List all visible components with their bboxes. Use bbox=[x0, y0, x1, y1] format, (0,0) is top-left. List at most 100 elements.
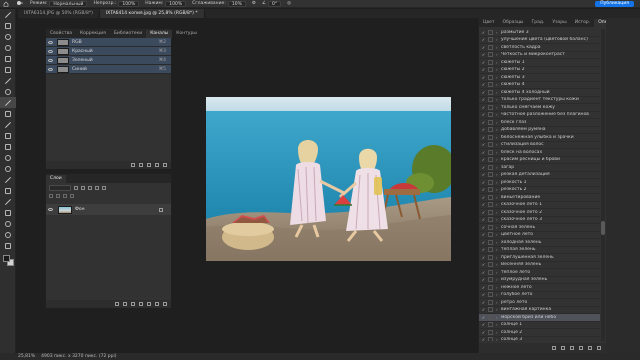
filter-pixel-icon[interactable] bbox=[74, 185, 78, 190]
document-image[interactable] bbox=[206, 97, 451, 261]
angle-field[interactable]: 0° bbox=[267, 0, 282, 7]
flow-field[interactable]: 100% bbox=[165, 0, 187, 7]
check-icon[interactable]: ✓ bbox=[479, 292, 488, 297]
home-icon[interactable] bbox=[2, 0, 10, 7]
action-row[interactable]: ✓ › блеск глаз bbox=[479, 119, 600, 127]
eye-icon[interactable] bbox=[46, 65, 54, 74]
dialog-toggle[interactable] bbox=[488, 262, 493, 268]
action-row[interactable]: ✓ › только градиент текстуры кожи bbox=[479, 97, 600, 104]
layer-filter-select[interactable] bbox=[49, 184, 71, 191]
filter-shape-icon[interactable] bbox=[95, 185, 99, 190]
check-icon[interactable]: ✓ bbox=[479, 270, 488, 275]
dialog-toggle[interactable] bbox=[488, 209, 493, 215]
action-row[interactable]: ✓ › винтажная картинка bbox=[479, 307, 600, 314]
pressure-icon[interactable]: ◎ bbox=[287, 1, 291, 6]
action-row[interactable]: ✓ › резкость 1 bbox=[479, 179, 600, 187]
dialog-toggle[interactable] bbox=[488, 104, 493, 110]
dialog-toggle[interactable] bbox=[488, 119, 493, 125]
add-mask-icon[interactable] bbox=[131, 302, 135, 306]
dialog-toggle[interactable] bbox=[488, 329, 493, 335]
check-icon[interactable]: ✓ bbox=[479, 52, 488, 57]
dialog-toggle[interactable] bbox=[488, 254, 493, 260]
frame-tool-icon[interactable] bbox=[0, 64, 16, 75]
eraser-tool-icon[interactable] bbox=[0, 130, 16, 141]
save-selection-icon[interactable] bbox=[139, 163, 143, 167]
new-channel-icon[interactable] bbox=[155, 163, 159, 167]
color-swatches[interactable] bbox=[3, 255, 15, 267]
action-row[interactable]: ✓ › только смягчаем кожу bbox=[479, 104, 600, 112]
action-row[interactable]: ✓ › сюжеты 1 bbox=[479, 59, 600, 67]
check-icon[interactable]: ✓ bbox=[479, 112, 488, 117]
gradient-tool-icon[interactable] bbox=[0, 141, 16, 152]
history-brush-tool-icon[interactable] bbox=[0, 119, 16, 130]
dialog-toggle[interactable] bbox=[488, 202, 493, 208]
action-row[interactable]: ✓ › сказочное лето 1 bbox=[479, 202, 600, 209]
dialog-toggle[interactable] bbox=[488, 134, 493, 140]
eye-icon[interactable] bbox=[46, 208, 55, 211]
check-icon[interactable]: ✓ bbox=[479, 60, 488, 65]
check-icon[interactable]: ✓ bbox=[479, 247, 488, 252]
action-row[interactable]: ✓ › изумрудная зелень bbox=[479, 277, 600, 284]
dialog-toggle[interactable] bbox=[488, 67, 493, 73]
dialog-toggle[interactable] bbox=[488, 232, 493, 238]
check-icon[interactable]: ✓ bbox=[479, 217, 488, 222]
check-icon[interactable]: ✓ bbox=[479, 210, 488, 215]
eye-icon[interactable] bbox=[46, 56, 54, 65]
move-tool-icon[interactable] bbox=[0, 9, 16, 20]
load-selection-icon[interactable] bbox=[131, 163, 135, 167]
foreground-color-swatch[interactable] bbox=[3, 255, 10, 262]
action-row[interactable]: ✓ › теплое лето bbox=[479, 269, 600, 277]
dialog-toggle[interactable] bbox=[488, 224, 493, 230]
dialog-toggle[interactable] bbox=[488, 277, 493, 283]
new-layer-icon[interactable] bbox=[155, 302, 159, 306]
zoom-tool-icon[interactable] bbox=[0, 229, 16, 240]
action-row[interactable]: ✓ › улучшение цвета (цветовой баланс) bbox=[479, 37, 600, 44]
channel-row-rgb[interactable]: RGB ⌘2 bbox=[46, 38, 171, 47]
check-icon[interactable]: ✓ bbox=[479, 262, 488, 267]
dialog-toggle[interactable] bbox=[488, 172, 493, 178]
dialog-toggle[interactable] bbox=[488, 82, 493, 88]
trash-icon[interactable] bbox=[597, 346, 601, 350]
check-icon[interactable]: ✓ bbox=[479, 97, 488, 102]
dialog-toggle[interactable] bbox=[488, 194, 493, 200]
play-icon[interactable] bbox=[570, 346, 574, 350]
action-row[interactable]: ✓ › сюжеты 3 bbox=[479, 74, 600, 82]
action-row[interactable]: ✓ › виньетирование bbox=[479, 194, 600, 202]
tab-adjustments[interactable]: Коррекция bbox=[76, 30, 110, 38]
action-row[interactable]: ✓ › белоснежная улыбка и зрачки bbox=[479, 134, 600, 142]
healing-brush-tool-icon[interactable] bbox=[0, 86, 16, 97]
action-row[interactable]: ✓ › блеск на волосах bbox=[479, 149, 600, 157]
action-row[interactable]: ✓ › стилизация волос bbox=[479, 142, 600, 149]
dialog-toggle[interactable] bbox=[488, 142, 493, 148]
check-icon[interactable]: ✓ bbox=[479, 330, 488, 335]
actions-scrollbar[interactable] bbox=[601, 29, 605, 341]
layer-row[interactable]: Фон bbox=[46, 204, 171, 215]
action-row[interactable]: ✓ › добавляем румяна bbox=[479, 127, 600, 134]
tab-libraries[interactable]: Библиотеки bbox=[110, 30, 146, 38]
blur-tool-icon[interactable] bbox=[0, 152, 16, 163]
tab-patterns[interactable]: Узоры bbox=[548, 19, 570, 27]
record-icon[interactable] bbox=[561, 346, 565, 350]
opacity-field[interactable]: 100% bbox=[118, 0, 140, 7]
check-icon[interactable]: ✓ bbox=[479, 37, 488, 42]
doc-tab[interactable]: IXTA6314.JPG @ 50% (RGB/8*) bbox=[18, 9, 100, 18]
check-icon[interactable]: ✓ bbox=[479, 187, 488, 192]
tab-channels[interactable]: Каналы bbox=[146, 30, 173, 38]
dialog-toggle[interactable] bbox=[488, 112, 493, 118]
dialog-toggle[interactable] bbox=[488, 187, 493, 193]
action-row[interactable]: ✓ › солнце 3 bbox=[479, 337, 600, 341]
dialog-toggle[interactable] bbox=[488, 284, 493, 290]
eye-icon[interactable] bbox=[46, 47, 54, 56]
trash-icon[interactable] bbox=[163, 163, 167, 167]
dialog-toggle[interactable] bbox=[488, 337, 493, 341]
dialog-toggle[interactable] bbox=[488, 164, 493, 170]
check-icon[interactable]: ✓ bbox=[479, 172, 488, 177]
check-icon[interactable]: ✓ bbox=[479, 105, 488, 110]
lock-all-icon[interactable] bbox=[70, 194, 74, 198]
dialog-toggle[interactable] bbox=[488, 44, 493, 50]
brush-tool-icon[interactable] bbox=[0, 97, 16, 108]
dialog-toggle[interactable] bbox=[488, 52, 493, 58]
check-icon[interactable]: ✓ bbox=[479, 285, 488, 290]
dialog-toggle[interactable] bbox=[488, 157, 493, 163]
channel-row-blue[interactable]: Синий ⌘5 bbox=[46, 65, 171, 74]
